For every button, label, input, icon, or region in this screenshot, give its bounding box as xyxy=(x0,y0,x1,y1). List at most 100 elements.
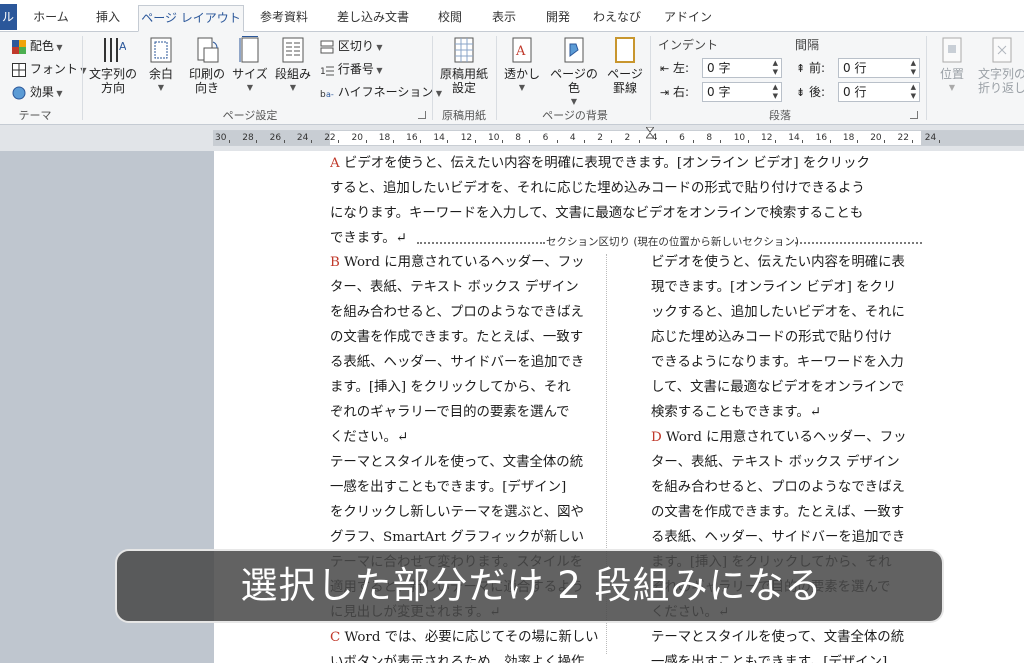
text-line: テーマとスタイルを使って、文書全体の統 xyxy=(330,450,606,475)
orientation-button[interactable]: 印刷の 向き xyxy=(184,36,230,95)
ruler-number: 2 xyxy=(624,133,631,143)
position-button[interactable]: 位置 ▼ xyxy=(930,36,974,95)
indent-right-input[interactable]: 0 字 ▲ ▼ xyxy=(702,82,782,102)
tab-references[interactable]: 参考資料 xyxy=(252,5,316,32)
text-line: をクリックし新しいテーマを選ぶと、図や xyxy=(330,500,606,525)
ruler-tick xyxy=(583,140,585,143)
ruler-number: 6 xyxy=(542,133,549,143)
theme-fonts-button[interactable]: フォント ▼ xyxy=(12,61,87,79)
hyphenation-icon: b a- xyxy=(320,90,334,100)
ruler-tick xyxy=(447,140,449,143)
text-line: 一感を出すこともできます。[デザイン] xyxy=(651,650,923,663)
tab-review[interactable]: 校閲 xyxy=(430,5,470,32)
indent-heading: インデント xyxy=(658,38,719,52)
ruler-number: 16 xyxy=(406,133,418,143)
ruler-tick xyxy=(365,140,367,143)
manuscript-paper-icon xyxy=(454,37,474,63)
line-text: を組み合わせると、プロのようなできばえ xyxy=(651,480,905,495)
text-line: を組み合わせると、プロのようなできばえ xyxy=(651,475,923,500)
ruler-tick xyxy=(911,140,913,143)
text-line: 一感を出すこともできます。[デザイン] xyxy=(330,475,606,500)
line-text: 一感を出すこともできます。[デザイン] xyxy=(651,655,888,663)
orientation-icon xyxy=(197,37,219,63)
indent-left-icon: ⇤ xyxy=(660,61,670,75)
ruler-number: 4 xyxy=(569,133,576,143)
wrap-text-button[interactable]: 文字列の 折り返し xyxy=(976,36,1024,95)
line-text: ビデオを使うと、伝えたい内容を明確に表 xyxy=(651,255,905,270)
genko-settings-button[interactable]: 原稿用紙 設定 xyxy=(436,36,492,95)
theme-effects-button[interactable]: 効果 ▼ xyxy=(12,84,63,102)
ruler-number: 8 xyxy=(515,133,522,143)
size-button[interactable]: サイズ ▼ xyxy=(230,36,270,95)
text-direction-label-2: 方向 xyxy=(100,81,125,95)
ruler-tick xyxy=(611,140,613,143)
line-numbers-icon: 1 xyxy=(320,66,334,77)
indent-left-label: ⇤ 左: xyxy=(660,61,690,75)
page-color-button[interactable]: ページの色 ▼ xyxy=(546,36,602,109)
horizontal-ruler[interactable]: 30 28 26 24 22 20 18 16 14 12 10 8 6 4 2 2 4 6 8 10 12 14 16 18… xyxy=(0,125,1024,151)
tab-addins[interactable]: アドイン xyxy=(660,5,716,32)
tab-insert[interactable]: 挿入 xyxy=(86,5,130,32)
svg-text:1: 1 xyxy=(320,67,326,77)
margins-button[interactable]: 余白 ▼ xyxy=(140,36,182,95)
text-line: ター、表紙、テキスト ボックス デザイン xyxy=(330,275,606,300)
watermark-label: 透かし xyxy=(503,67,540,81)
spin-arrows-icon[interactable]: ▲ ▼ xyxy=(773,83,778,101)
tab-home[interactable]: ホーム xyxy=(26,5,76,32)
ruler-number: 26 xyxy=(269,133,282,143)
text-direction-label-1: 文字列の xyxy=(88,67,137,81)
indent-marker-icon[interactable] xyxy=(646,127,654,139)
text-line: になります。キーワードを入力して、文書に最適なビデオをオンラインで検索することも xyxy=(330,201,930,226)
theme-colors-button[interactable]: 配色 ▼ xyxy=(12,38,63,56)
line-text: になります。キーワードを入力して、文書に最適なビデオをオンラインで検索することも xyxy=(330,206,864,221)
ruler-tick xyxy=(665,140,667,143)
text-line: を組み合わせると、プロのようなできばえ xyxy=(330,300,606,325)
page-borders-button[interactable]: ページ 罫線 xyxy=(604,36,646,95)
spacing-heading: 間隔 xyxy=(795,38,820,52)
tab-waenavi[interactable]: わえなび xyxy=(592,5,642,32)
line-text: る表紙、ヘッダー、サイドバーを追加でき xyxy=(330,355,585,370)
ruler-strip: 30 28 26 24 22 20 18 16 14 12 10 8 6 4 2 2 4 6 8 10 12 14 16 18… xyxy=(213,130,1024,146)
spin-arrows-icon[interactable]: ▲ ▼ xyxy=(773,59,778,77)
page-borders-label-2: 罫線 xyxy=(612,81,637,95)
spacing-after-input[interactable]: 0 行 ▲ ▼ xyxy=(838,82,920,102)
breaks-button[interactable]: 区切り ▼ xyxy=(320,38,383,56)
text-line: 検索することもできます。↵ xyxy=(651,400,923,425)
tab-view[interactable]: 表示 xyxy=(484,5,524,32)
page-setup-launcher-icon[interactable] xyxy=(418,111,426,119)
columns-button[interactable]: 段組み ▼ xyxy=(272,36,314,95)
ruler-tick xyxy=(884,140,886,143)
watermark-button[interactable]: A 透かし ▼ xyxy=(502,36,542,95)
ruler-number: 22 xyxy=(324,133,336,143)
tab-developer[interactable]: 開発 xyxy=(538,5,578,32)
theme-effects-label: 効果 xyxy=(29,85,54,99)
section-break-dots-right xyxy=(795,242,922,244)
ruler-tick xyxy=(229,140,230,143)
svg-text:A: A xyxy=(119,40,126,53)
paragraph-launcher-icon[interactable] xyxy=(910,111,918,119)
tab-page-layout[interactable]: ページ レイアウト xyxy=(138,5,244,32)
spacing-before-input[interactable]: 0 行 ▲ ▼ xyxy=(838,58,920,78)
page-borders-label-1: ページ xyxy=(607,67,643,81)
ruler-right-margin xyxy=(921,131,1024,145)
ruler-tick xyxy=(938,140,940,143)
orientation-label-2: 向き xyxy=(194,81,219,95)
hyphenation-button[interactable]: b a- ハイフネーション ▼ xyxy=(320,84,442,102)
file-tab[interactable]: ル xyxy=(0,4,17,30)
line-text: グラフ、SmartArt グラフィックが新しい xyxy=(330,530,585,545)
group-separator xyxy=(926,36,927,120)
text-direction-button[interactable]: A 文字列の 方向 xyxy=(88,36,138,95)
indent-left-input[interactable]: 0 字 ▲ ▼ xyxy=(702,58,782,78)
text-line: B Word に用意されているヘッダー、フッ xyxy=(330,250,606,275)
ruler-number: 20 xyxy=(351,133,363,143)
theme-colors-label: 配色 xyxy=(29,39,54,53)
group-separator xyxy=(82,36,83,120)
spin-arrows-icon[interactable]: ▲ ▼ xyxy=(911,59,916,77)
spin-arrows-icon[interactable]: ▲ ▼ xyxy=(911,83,916,101)
line-numbers-button[interactable]: 1 行番号 ▼ xyxy=(320,61,383,79)
ruler-number: 8 xyxy=(706,133,713,143)
tab-mailings[interactable]: 差し込み文書 xyxy=(330,5,416,32)
text-line: いボタンが表示されるため、効率よく操作 xyxy=(330,650,606,663)
ruler-number: 20 xyxy=(870,133,882,143)
text-line: できるようになります。キーワードを入力 xyxy=(651,350,923,375)
